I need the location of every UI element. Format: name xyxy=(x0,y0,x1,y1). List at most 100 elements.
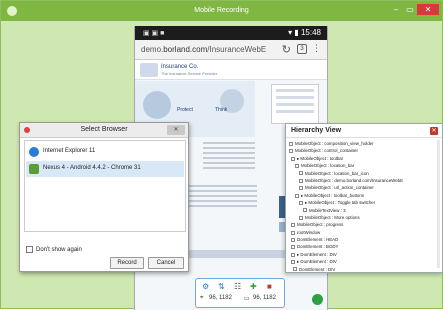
site-header: Insurance Co. The Insurance Service Prov… xyxy=(135,60,327,80)
dialog-titlebar: Select Browser ✕ xyxy=(20,123,188,138)
tree-node[interactable]: ▸ MobileObject : toolbar xyxy=(289,155,439,162)
tree-node-checkbox[interactable] xyxy=(291,156,295,161)
tree-node-checkbox[interactable] xyxy=(289,141,293,146)
tree-node-checkbox[interactable] xyxy=(289,149,293,154)
tree-node[interactable]: DomElement : HEAD xyxy=(289,236,439,243)
tree-node-checkbox[interactable] xyxy=(299,171,303,176)
tree-node-checkbox[interactable] xyxy=(299,186,303,191)
tree-node[interactable]: ▸ MobileObject : Toggle tab switcher xyxy=(289,199,439,206)
hierarchy-title: Hierarchy View xyxy=(291,127,342,134)
screen-icon: ▭ xyxy=(244,296,250,302)
login-box[interactable] xyxy=(271,84,319,124)
hero-image xyxy=(143,91,171,119)
cancel-button[interactable]: Cancel xyxy=(148,257,184,269)
tree-node-checkbox[interactable] xyxy=(291,237,295,242)
tree-node[interactable]: MobileObject : location_bar_icon xyxy=(289,170,439,177)
tab-switcher-icon[interactable]: 3 xyxy=(297,44,307,54)
browser-item-ie[interactable]: Internet Explorer 11 xyxy=(26,144,184,160)
dialog-title: Select Browser xyxy=(80,126,128,133)
tree-node-checkbox[interactable] xyxy=(291,223,295,228)
close-button[interactable]: ✕ xyxy=(417,4,439,15)
sync-icon[interactable]: ⇅ xyxy=(218,281,225,293)
browser-url-bar[interactable]: demo.borland.com/InsuranceWebE ↻ 3 ⋮ xyxy=(135,40,327,60)
tree-node-label: ▸ DomElement : DIV xyxy=(297,259,337,265)
tree-node[interactable]: MobileObject : location_bar xyxy=(289,162,439,169)
add-verification-icon[interactable]: ✚ xyxy=(250,281,257,293)
tree-node-checkbox[interactable] xyxy=(293,267,297,272)
coordinate-readout: ⌖ 96, 1182 ▭ 96, 1182 xyxy=(200,295,284,306)
tree-node[interactable]: MobileObject : More options xyxy=(289,214,439,221)
tree-node[interactable]: rootWindow xyxy=(289,229,439,236)
hierarchy-close-button[interactable]: ✕ xyxy=(430,127,438,135)
tree-node[interactable]: MobileObject : progress xyxy=(289,221,439,228)
tree-node-label: MobileObject : progress xyxy=(297,222,344,228)
tree-node-checkbox[interactable] xyxy=(303,208,307,213)
tree-node[interactable]: DomElement : BODY xyxy=(289,243,439,250)
dont-show-checkbox[interactable] xyxy=(26,246,33,253)
settings-icon[interactable]: ⚙ xyxy=(202,281,209,293)
dialog-close-button[interactable]: ✕ xyxy=(167,125,185,135)
coords-right: 96, 1182 xyxy=(253,295,276,301)
status-clock: ▾ ▮ 15:48 xyxy=(288,28,321,37)
tree-node[interactable]: ▸ MobileObject : toolbar_buttons xyxy=(289,192,439,199)
tree-node-label: rootWindow xyxy=(297,229,321,235)
tree-node-label: ▸ MobileObject : Toggle tab switcher xyxy=(305,200,376,206)
device-status-bar: ▣ ▣ ■ ▾ ▮ 15:48 xyxy=(135,26,327,40)
hierarchy-tree[interactable]: MobileObject : composition_view_holder Mo… xyxy=(289,140,439,273)
android-icon xyxy=(29,164,39,174)
select-browser-dialog: Select Browser ✕ Internet Explorer 11 Ne… xyxy=(19,122,189,272)
recording-status-dot xyxy=(312,294,323,305)
tree-node-checkbox[interactable] xyxy=(291,260,295,265)
window-title: Mobile Recording xyxy=(194,7,249,14)
tree-node-checkbox[interactable] xyxy=(299,215,303,220)
status-icons: ▣ ▣ ■ xyxy=(143,30,165,37)
browser-list: Internet Explorer 11 Nexus 4 - Android 4… xyxy=(24,140,186,232)
ie-icon xyxy=(29,147,39,157)
hierarchy-icon[interactable]: ☷ xyxy=(234,281,241,293)
hierarchy-scrollbar[interactable] xyxy=(437,140,440,268)
stop-icon[interactable]: ■ xyxy=(267,281,272,293)
tree-node-label: MobileTextView : 3 xyxy=(309,207,346,213)
tree-node[interactable]: ▸ DomElement : DIV xyxy=(289,251,439,258)
site-name: Insurance Co. xyxy=(161,64,199,70)
maximize-button[interactable]: ▭ xyxy=(404,4,416,15)
tree-node-checkbox[interactable] xyxy=(291,252,295,257)
tree-node-label: ▸ MobileObject : toolbar_buttons xyxy=(301,192,364,198)
minimize-button[interactable]: – xyxy=(390,4,402,15)
more-options-icon[interactable]: ⋮ xyxy=(312,43,321,54)
site-logo[interactable] xyxy=(140,63,158,77)
url-text[interactable]: demo.borland.com/InsuranceWebE xyxy=(141,45,266,54)
url-prefix: demo. xyxy=(141,45,164,54)
window-titlebar: Mobile Recording – ▭ ✕ xyxy=(1,1,442,21)
tree-node[interactable]: MobileObject : demo.borland.com/Insuranc… xyxy=(289,177,439,184)
tree-node-checkbox[interactable] xyxy=(299,200,303,205)
tree-node[interactable]: DomElement : DIV xyxy=(289,266,439,273)
tree-node-checkbox[interactable] xyxy=(295,164,299,169)
tree-node-label: ▸ DomElement : DIV xyxy=(297,251,337,257)
hero-protect-text: Protect xyxy=(177,107,193,113)
tree-node-checkbox[interactable] xyxy=(291,230,295,235)
dont-show-again[interactable]: Don't show again xyxy=(26,246,82,253)
browser-label: Nexus 4 - Android 4.4.2 - Chrome 31 xyxy=(43,165,141,171)
tree-node-label: MobileObject : location_bar_icon xyxy=(305,170,369,176)
reload-icon[interactable]: ↻ xyxy=(282,43,291,56)
tree-node[interactable]: MobileObject : url_action_container xyxy=(289,184,439,191)
url-host: borland.com xyxy=(163,45,208,54)
tree-node-label: MobileObject : composition_view_holder xyxy=(295,141,374,146)
hierarchy-header: Hierarchy View ✕ xyxy=(286,124,442,138)
tree-node-label: ▸ MobileObject : toolbar xyxy=(297,155,344,161)
tree-node-label: DomElement : BODY xyxy=(297,244,339,250)
tree-node-checkbox[interactable] xyxy=(299,178,303,183)
tree-node[interactable]: MobileTextView : 3 xyxy=(289,207,439,214)
toolbar-buttons: ⚙ ⇅ ☷ ✚ ■ xyxy=(200,281,282,293)
browser-item-nexus[interactable]: Nexus 4 - Android 4.4.2 - Chrome 31 xyxy=(26,161,184,177)
tree-node[interactable]: MobileObject : composition_view_holder xyxy=(289,140,439,147)
record-button[interactable]: Record xyxy=(110,257,144,269)
tree-node-label: MobileObject : demo.borland.com/Insuranc… xyxy=(305,177,404,183)
tree-node[interactable]: MobileObject : control_container xyxy=(289,147,439,154)
tree-node-label: MobileObject : More options xyxy=(305,214,360,220)
tree-node-checkbox[interactable] xyxy=(295,193,299,198)
tree-node-checkbox[interactable] xyxy=(291,245,295,250)
tree-node[interactable]: ▸ DomElement : DIV xyxy=(289,258,439,265)
tree-node-label: MobileObject : location_bar xyxy=(301,163,355,169)
